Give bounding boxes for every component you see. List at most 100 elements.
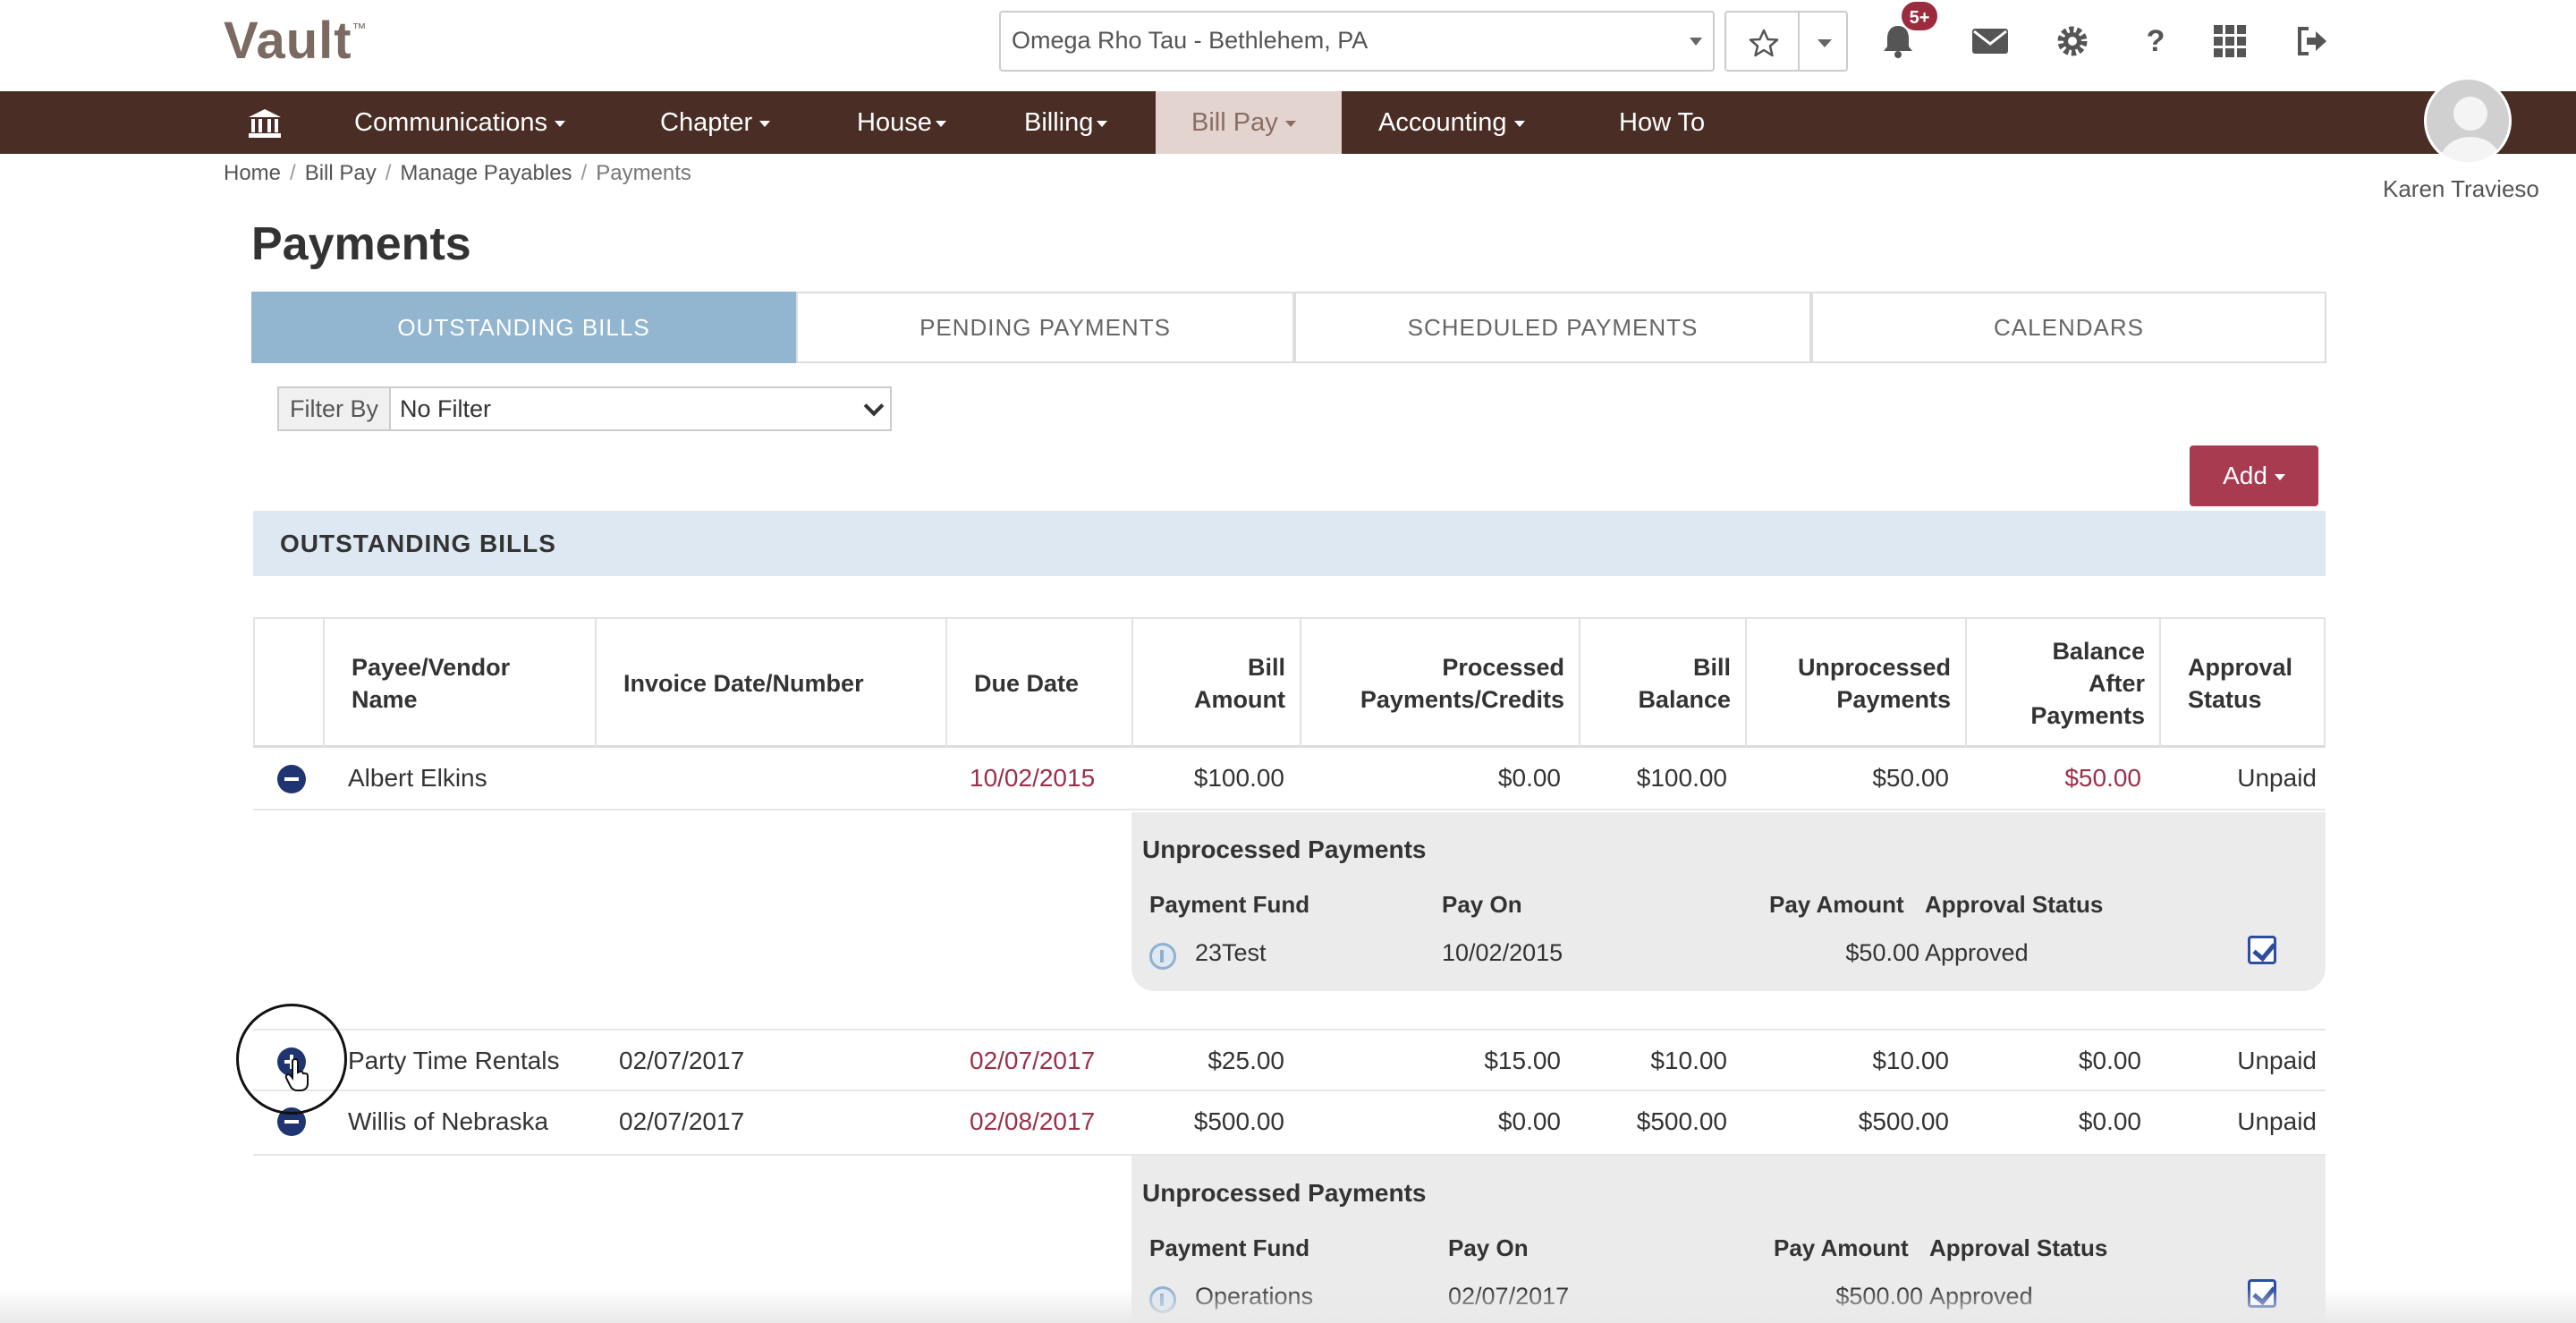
sign-out-button[interactable]: [2287, 16, 2337, 66]
approval-status: Unpaid: [2237, 1047, 2317, 1074]
bill-balance: $10.00: [1650, 1047, 1727, 1074]
approval-status: Unpaid: [2237, 1107, 2317, 1135]
header-due-date[interactable]: Due Date: [945, 619, 1131, 747]
nav-house[interactable]: House: [857, 91, 946, 154]
header-bill-amount[interactable]: Bill Amount: [1131, 619, 1300, 747]
top-bar: Vault™ Omega Rho Tau - Bethlehem, PA 5+ …: [0, 0, 2576, 91]
payee-name: Albert Elkins: [348, 764, 487, 792]
filter-select-value: No Filter: [400, 395, 492, 422]
invoice-date: 02/07/2017: [619, 1107, 745, 1135]
avatar[interactable]: [2424, 77, 2512, 165]
subpanel-header-amount: Pay Amount: [1774, 1234, 1909, 1261]
chevron-down-icon: [1097, 120, 1108, 127]
sign-out-icon: [2298, 27, 2326, 55]
approval-checkbox[interactable]: [2248, 936, 2276, 964]
balance-after: $50.00: [2064, 764, 2141, 792]
header-invoice[interactable]: Invoice Date/Number: [595, 619, 945, 747]
subpanel-header-pay-on: Pay On: [1442, 891, 1522, 918]
nav-chapter[interactable]: Chapter: [660, 91, 771, 154]
chevron-down-icon: [863, 395, 885, 417]
main-nav: Communications Chapter House Billing Bil…: [0, 91, 2576, 154]
add-button[interactable]: Add: [2190, 445, 2318, 506]
header-processed[interactable]: Processed Payments/Credits: [1300, 619, 1579, 747]
table-row: Albert Elkins 10/02/2015 $100.00 $0.00 $…: [253, 748, 2326, 810]
favorite-dropdown[interactable]: [1798, 11, 1848, 72]
header-approval-status[interactable]: Approval Status: [2159, 619, 2326, 747]
breadcrumb: Home / Bill Pay / Manage Payables / Payments: [224, 161, 691, 185]
chevron-down-icon: [1513, 120, 1525, 127]
user-name[interactable]: Karen Travieso: [2383, 175, 2539, 203]
favorite-button[interactable]: [1724, 11, 1800, 72]
approval-status: Unpaid: [2237, 764, 2317, 792]
header-payee[interactable]: Payee/Vendor Name: [323, 619, 595, 747]
subpanel-header-pay-on: Pay On: [1448, 1234, 1529, 1261]
header-unprocessed[interactable]: Unprocessed Payments: [1745, 619, 1965, 747]
header-bill-balance[interactable]: Bill Balance: [1579, 619, 1745, 747]
gear-icon: [2057, 26, 2088, 56]
breadcrumb-home[interactable]: Home: [224, 161, 281, 185]
bill-amount: $25.00: [1208, 1047, 1284, 1074]
messages-button[interactable]: [1965, 16, 2015, 66]
tab-outstanding-bills[interactable]: OUTSTANDING BILLS: [251, 292, 796, 363]
breadcrumb-current: Payments: [596, 161, 691, 185]
chevron-down-icon: [935, 120, 946, 127]
tab-pending-payments[interactable]: PENDING PAYMENTS: [796, 292, 1294, 363]
processed-payments: $0.00: [1497, 1107, 1561, 1135]
subpanel-header-amount: Pay Amount: [1769, 891, 1904, 918]
subpanel-header-fund: Payment Fund: [1149, 891, 1310, 918]
notifications-badge: 5+: [1900, 0, 1939, 32]
nav-accounting[interactable]: Accounting: [1378, 91, 1525, 154]
payment-tabs: OUTSTANDING BILLS PENDING PAYMENTS SCHED…: [251, 292, 2326, 363]
help-icon[interactable]: ?: [2131, 16, 2181, 66]
filter-group: Filter By No Filter: [277, 386, 893, 431]
hand-cursor-icon: [284, 1058, 309, 1091]
table-row: Willis of Nebraska 02/07/2017 02/08/2017…: [253, 1091, 2326, 1156]
nav-communications[interactable]: Communications: [354, 91, 565, 154]
payment-approval-status: Approved: [1925, 939, 2029, 966]
chapter-select[interactable]: Omega Rho Tau - Bethlehem, PA: [999, 11, 1715, 72]
subpanel-header-status: Approval Status: [1929, 1234, 2108, 1261]
due-date: 02/08/2017: [970, 1107, 1096, 1135]
bottom-edge-fade: [0, 1288, 2576, 1323]
info-icon[interactable]: [1149, 943, 1176, 970]
bill-balance: $500.00: [1636, 1107, 1727, 1135]
filter-select[interactable]: No Filter: [391, 386, 893, 431]
processed-payments: $15.00: [1484, 1047, 1561, 1074]
grid-icon: [2214, 25, 2246, 57]
balance-after: $0.00: [2078, 1107, 2141, 1135]
chevron-down-icon: [1690, 38, 1702, 46]
breadcrumb-bill-pay[interactable]: Bill Pay: [305, 161, 377, 185]
subpanel-header-status: Approval Status: [1925, 891, 2104, 918]
chapter-select-value: Omega Rho Tau - Bethlehem, PA: [1012, 27, 1368, 54]
chevron-down-icon: [1818, 39, 1832, 47]
nav-bill-pay[interactable]: Bill Pay: [1156, 91, 1342, 154]
header-toggle-col: [255, 619, 323, 747]
subpanel-title: Unprocessed Payments: [1142, 835, 1427, 863]
payee-name: Willis of Nebraska: [348, 1107, 549, 1135]
tab-calendars[interactable]: CALENDARS: [1811, 292, 2326, 363]
nav-how-to[interactable]: How To: [1619, 91, 1705, 154]
unprocessed-payments: $500.00: [1858, 1107, 1949, 1135]
due-date: 10/02/2015: [970, 764, 1096, 792]
bill-balance: $100.00: [1636, 764, 1727, 792]
pay-amount: $50.00: [1845, 939, 1919, 966]
header-balance-after[interactable]: Balance After Payments: [1965, 619, 2159, 747]
page-title: Payments: [251, 218, 471, 270]
section-title: OUTSTANDING BILLS: [253, 511, 2326, 576]
vault-logo[interactable]: Vault™: [224, 11, 368, 71]
tab-scheduled-payments[interactable]: SCHEDULED PAYMENTS: [1294, 292, 1811, 363]
institution-icon: [249, 109, 281, 139]
subpanel-title: Unprocessed Payments: [1142, 1179, 1427, 1207]
apps-button[interactable]: [2205, 16, 2255, 66]
star-icon: [1749, 29, 1779, 57]
bill-amount: $100.00: [1193, 764, 1284, 792]
home-nav-button[interactable]: [247, 91, 283, 154]
chevron-down-icon: [2274, 474, 2285, 481]
nav-billing[interactable]: Billing: [1024, 91, 1108, 154]
envelope-icon: [1972, 29, 2008, 54]
collapse-row-button[interactable]: [277, 765, 306, 793]
settings-button[interactable]: [2047, 16, 2097, 66]
unprocessed-payments: $10.00: [1872, 1047, 1949, 1074]
balance-after: $0.00: [2078, 1047, 2141, 1074]
breadcrumb-manage-payables[interactable]: Manage Payables: [400, 161, 572, 185]
